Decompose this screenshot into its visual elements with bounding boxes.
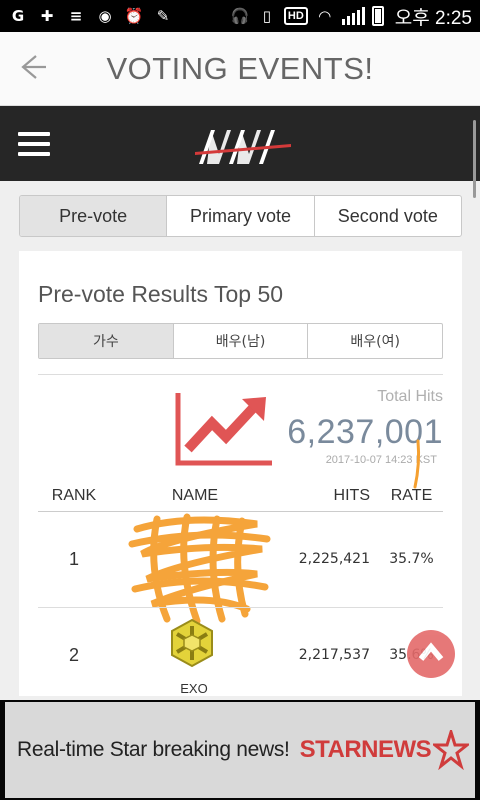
rate-cell: 35.7% xyxy=(389,551,434,567)
plus-icon: ✚ xyxy=(40,7,54,25)
ad-content[interactable]: Real-time Star breaking news! STARNEWS xyxy=(5,702,475,798)
results-card: Pre-vote Results Top 50 가수 배우(남) 배우(여) T… xyxy=(19,251,462,696)
site-nav-bar xyxy=(0,106,480,181)
headset-icon: 🎧 xyxy=(230,7,250,25)
signal-icon xyxy=(341,7,365,25)
scroll-to-top-button[interactable] xyxy=(407,630,455,678)
page-title: VOTING EVENTS! xyxy=(106,50,374,86)
status-bar-notifications: G ✚ ≡ ◉ ⏰ ✎ xyxy=(8,6,173,26)
category-tabs: 가수 배우(남) 배우(여) xyxy=(38,323,443,359)
hamburger-icon[interactable] xyxy=(18,132,50,156)
vote-round-tabs: Pre-vote Primary vote Second vote xyxy=(19,195,462,237)
mama-logo[interactable] xyxy=(193,124,293,170)
tab-second-vote[interactable]: Second vote xyxy=(315,196,461,236)
battery-icon xyxy=(371,6,384,26)
ad-brand: STARNEWS xyxy=(299,736,432,763)
star-logo-icon xyxy=(433,730,470,770)
exo-logo xyxy=(171,618,213,668)
results-table-header: RANK NAME HITS RATE xyxy=(38,481,443,511)
tab-pre-vote[interactable]: Pre-vote xyxy=(20,196,168,236)
broom-icon: ✎ xyxy=(156,7,170,25)
column-header-name: NAME xyxy=(171,487,219,504)
status-bar-system: 🎧 ▯ HD ◠ 오후 2:25 xyxy=(230,3,472,30)
clock: 오후 2:25 xyxy=(394,7,472,29)
tab-primary-vote[interactable]: Primary vote xyxy=(167,196,315,236)
artist-name: EXO xyxy=(180,681,208,696)
column-header-hits: HITS xyxy=(333,487,370,504)
arrow-up-icon xyxy=(418,642,444,661)
arrow-left-icon[interactable] xyxy=(18,52,52,86)
rank-cell: 2 xyxy=(68,644,79,665)
hits-cell: 2,217,537 xyxy=(298,647,370,663)
wifi-icon: ◠ xyxy=(319,7,331,25)
list-icon: ≡ xyxy=(69,7,83,25)
hd-badge: HD xyxy=(283,7,308,25)
column-header-rank: RANK xyxy=(51,487,97,504)
column-header-rate: RATE xyxy=(390,487,433,504)
scrollbar[interactable] xyxy=(473,120,476,198)
results-title: Pre-vote Results Top 50 xyxy=(38,281,284,307)
rank-cell: 1 xyxy=(68,548,79,569)
ad-text: Real-time Star breaking news! xyxy=(17,738,290,761)
vibrate-icon: ▯ xyxy=(262,7,272,25)
content-area: Pre-vote Primary vote Second vote Pre-vo… xyxy=(0,181,480,696)
g-icon: G xyxy=(11,7,25,25)
total-hits-label: Total Hits xyxy=(377,388,443,405)
tab-actor-male[interactable]: 배우(남) xyxy=(174,324,309,358)
ad-banner[interactable]: Real-time Star breaking news! STARNEWS xyxy=(0,700,480,800)
tab-actor-female[interactable]: 배우(여) xyxy=(308,324,442,358)
app-header: VOTING EVENTS! xyxy=(0,32,480,106)
trending-chart-icon xyxy=(175,393,272,466)
table-row[interactable]: 2 2,217,537 35.6% xyxy=(38,607,443,696)
status-bar: G ✚ ≡ ◉ ⏰ ✎ 🎧 ▯ HD ◠ 오후 2:25 xyxy=(0,0,480,32)
divider xyxy=(38,374,443,375)
hits-cell: 2,225,421 xyxy=(298,551,370,567)
sync-icon: ◉ xyxy=(98,7,112,25)
alarm-icon: ⏰ xyxy=(124,7,144,25)
tab-singer[interactable]: 가수 xyxy=(39,324,174,358)
